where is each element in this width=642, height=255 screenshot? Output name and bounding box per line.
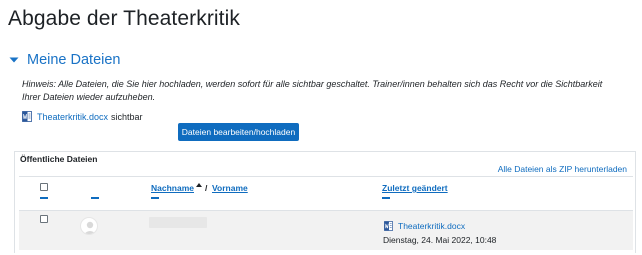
- word-document-icon: [384, 221, 393, 231]
- table-row: Theaterkritik.docx Dienstag, 24. Mai 202…: [19, 210, 633, 250]
- sort-lastname-link[interactable]: Nachname: [151, 183, 194, 193]
- select-all-checkbox[interactable]: [40, 183, 48, 191]
- my-file-entry: Theaterkritik.docx sichtbar: [22, 111, 143, 122]
- upload-files-button[interactable]: Dateien bearbeiten/hochladen: [178, 123, 299, 141]
- section-label: Meine Dateien: [27, 52, 121, 68]
- row-last-modified: Dienstag, 24. Mai 2022, 10:48: [383, 235, 497, 245]
- sort-last-modified-link[interactable]: Zuletzt geändert: [382, 183, 448, 193]
- hide-column-icon[interactable]: [151, 197, 159, 199]
- visibility-hint: Hinweis: Alle Dateien, die Sie hier hoch…: [22, 79, 603, 102]
- section-toggle-meine-dateien[interactable]: Meine Dateien: [8, 52, 121, 68]
- word-document-icon: [22, 111, 32, 122]
- user-avatar-icon: [80, 217, 98, 235]
- hide-column-icon[interactable]: [382, 197, 390, 199]
- public-files-title: Öffentliche Dateien: [20, 154, 98, 164]
- sort-firstname-link[interactable]: Vorname: [212, 183, 248, 193]
- row-file: Theaterkritik.docx: [384, 221, 465, 231]
- hide-column-icon[interactable]: [91, 197, 99, 199]
- row-file-link[interactable]: Theaterkritik.docx: [398, 221, 465, 231]
- download-zip-link[interactable]: Alle Dateien als ZIP herunterladen: [498, 164, 627, 174]
- chevron-down-icon: [9, 57, 19, 63]
- page-title: Abgabe der Theaterkritik: [8, 7, 240, 30]
- column-separator: /: [205, 183, 208, 193]
- public-files-panel: Öffentliche Dateien Alle Dateien als ZIP…: [14, 151, 636, 253]
- table-header: Nachname / Vorname Zuletzt geändert: [19, 176, 633, 210]
- row-select-checkbox[interactable]: [40, 215, 48, 223]
- redacted-user-name: [149, 217, 207, 228]
- hide-column-icon[interactable]: [40, 197, 48, 199]
- file-visibility-status: sichtbar: [111, 111, 143, 122]
- sort-ascending-icon: [196, 183, 202, 187]
- my-file-link[interactable]: Theaterkritik.docx: [37, 112, 108, 122]
